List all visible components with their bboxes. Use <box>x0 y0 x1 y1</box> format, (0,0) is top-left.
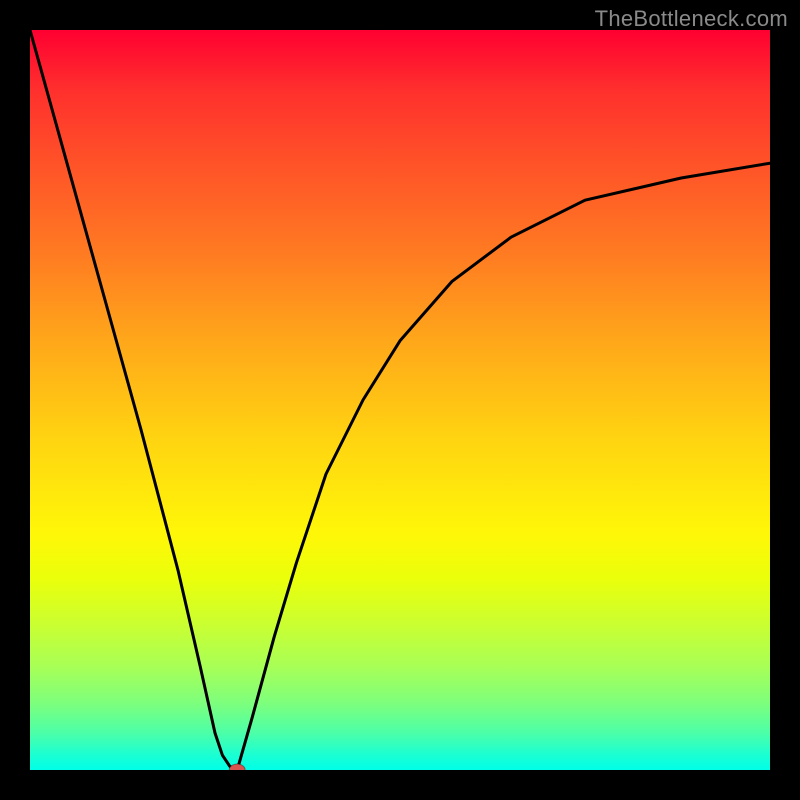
min-point-marker <box>229 764 245 770</box>
bottleneck-curve <box>30 30 770 770</box>
plot-area <box>30 30 770 770</box>
chart-frame: TheBottleneck.com <box>0 0 800 800</box>
watermark-text: TheBottleneck.com <box>595 6 788 32</box>
bottleneck-curve-svg <box>30 30 770 770</box>
